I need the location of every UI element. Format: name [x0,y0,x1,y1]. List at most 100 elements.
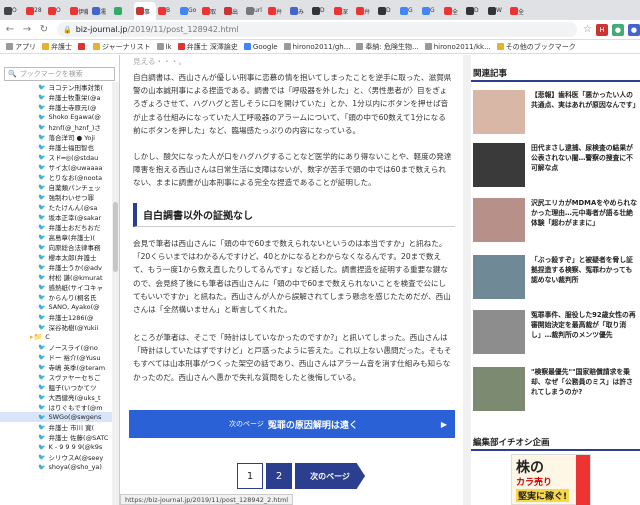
next-page-button[interactable]: 次のページ [295,463,365,489]
extension-icon[interactable]: ● [627,23,640,36]
bookmark-item[interactable]: Google [243,43,278,51]
extension-icon[interactable]: ● [611,23,624,36]
bookmark-entry[interactable]: 🐦 shoya(@sho_ya) [0,462,112,472]
browser-tab[interactable]: B [156,2,178,20]
bookmark-entry[interactable]: 🐦 坂本正幸(@sakar [0,212,112,223]
browser-tab[interactable]: 濡 [90,2,112,20]
bookmark-entry[interactable]: 🐦 Shoko Egawa(@ [0,112,112,122]
browser-tab[interactable]: 弁 [354,2,376,20]
bookmark-item[interactable]: lk [156,43,172,51]
browser-tab[interactable]: 全 [442,2,464,20]
browser-tab[interactable]: O [2,2,24,20]
browser-tab[interactable]: 深 [332,2,354,20]
related-article[interactable]: 田代まさし逮捕、尿検査の結果が公表されない闇…警察の捜査に不可解な点 [473,143,638,191]
bookmark-entry[interactable]: 🐦 強制わいせつ罪 [0,192,112,203]
bookmark-entry[interactable]: 🐦 弁護士 市川 寛( [0,422,112,433]
bookmark-entry[interactable]: 🐦 寺嶋 英季(@teram [0,362,112,373]
bookmark-entry[interactable]: 🐦 弁護士牧重栄(@a [0,92,112,103]
browser-tab[interactable]: D [464,2,486,20]
related-article-title[interactable]: 田代まさし逮捕、尿検査の結果が公表されない闇…警察の捜査に不可解な点 [531,143,638,191]
bookmark-item[interactable]: hirono2011/gh... [283,43,350,51]
bookmark-item[interactable]: ジャーナリスト [93,42,151,52]
bookmark-entry[interactable]: 🐦 自薬類パンチェッ [0,182,112,193]
bookmark-entry[interactable]: 🐦 からんり(桐名氏 [0,292,112,303]
extension-icon[interactable]: H [595,23,608,36]
article-thumbnail[interactable] [473,255,525,299]
browser-tab[interactable]: W [486,2,508,20]
page-2-button[interactable]: 2 [266,463,292,489]
featured-book-banner[interactable]: 株の カラ売り 堅実に稼ぐ! [511,454,591,505]
bookmark-entry[interactable]: 🐦 高島章(弁護士)( [0,232,112,243]
bookmark-entry[interactable]: 🐦 シリウスA(@seey [0,452,112,463]
related-article[interactable]: 「ぶっ殺すぞ」と被疑者を脅し証拠捏造する検察、冤罪わかっても認めない裁判所 [473,255,638,303]
bookmark-entry[interactable]: 🐦 村松 謙(@kmurat [0,272,112,283]
next-page-banner[interactable]: 次のページ 冤罪の原因解明は遠く ▶ [129,410,455,438]
bookmark-entry[interactable]: 🐦 ヨコテン刑事対策( [0,82,112,93]
browser-tab[interactable]: url [244,2,266,20]
bookmark-entry[interactable]: 🐦 饂子(いつかてツ [0,382,112,393]
browser-tab[interactable] [112,2,134,20]
bookmark-entry[interactable]: 🐦 感熱紙(サイコキャ [0,282,112,293]
browser-tab[interactable]: Go [178,2,200,20]
bookmark-item[interactable] [78,43,87,50]
bookmark-entry[interactable]: 🐦 スヴァヤーセちご [0,372,112,383]
browser-tab[interactable]: 出 [222,2,244,20]
address-bar[interactable]: 🔒 biz-journal.jp /2019/11/post_128942.ht… [57,22,577,37]
article-thumbnail[interactable] [473,367,525,411]
bookmark-entry[interactable]: 🐦 弁護士おだちおだ [0,222,112,233]
bookmark-entry[interactable]: 🐦 弁護士福田智也 [0,142,112,153]
article-thumbnail[interactable] [473,198,525,242]
browser-tab[interactable]: G [398,2,420,20]
page-scrollbar[interactable] [463,55,471,505]
bookmark-entry[interactable]: 🐦 深谷祐樹(@Yukii [0,322,112,333]
browser-tab[interactable]: 取 [200,2,222,20]
bookmark-entry[interactable]: 🐦 弁護士うか(@adv [0,262,112,273]
bookmark-entry[interactable]: 🐦 SWGo(@swgens [0,412,112,422]
bookmark-item[interactable]: hirono2011/kk... [424,43,491,51]
bookmark-entry[interactable]: 🐦 弁護士 佐藤(@SATC [0,432,112,443]
browser-tab[interactable]: 弁 [266,2,288,20]
bookmark-item[interactable]: 奉納: 危険生物... [356,42,419,52]
bookmark-item[interactable]: 弁護士 [42,42,72,52]
related-article-title[interactable]: 冤罪事件、服役した92歳女性の再審開始決定を最高裁が「取り消し」…裁判所のメンツ… [531,310,638,358]
article-thumbnail[interactable] [473,310,525,354]
bookmark-entry[interactable]: 🐦 hznf(@_hznf_)さ [0,122,112,133]
bookmark-entry[interactable]: 🐦 はりぐもです(@m [0,402,112,413]
browser-tab[interactable]: み [288,2,310,20]
bookmark-entry[interactable]: 🐦 たたけんん(@sa [0,202,112,213]
bookmark-entry[interactable]: 🐦 サイ太(@uwaaaa [0,162,112,173]
browser-tab[interactable]: D [310,2,332,20]
browser-tab[interactable]: 事 [134,2,156,20]
bookmark-folder[interactable]: ▸📁 C [0,332,112,342]
bookmark-entry[interactable]: 🐦 向原総合法律事務 [0,242,112,253]
bookmark-item[interactable]: その他のブックマーク [496,42,576,52]
bookmark-entry[interactable]: 🐦 スド━◎(@stdau [0,152,112,163]
reload-icon[interactable]: ↻ [37,23,51,37]
bookmark-entry[interactable]: 🐦 ドー 裕介(@Yusu [0,352,112,363]
browser-tab[interactable]: 28 [24,2,46,20]
bookmark-item[interactable]: アプリ [6,42,36,52]
sidebar-scrollbar[interactable] [112,82,119,505]
browser-tab[interactable]: O [46,2,68,20]
related-article[interactable]: 冤罪事件、服役した92歳女性の再審開始決定を最高裁が「取り消し」…裁判所のメンツ… [473,310,638,358]
browser-tab[interactable]: 全 [508,2,530,20]
related-article[interactable]: 沢尻エリカがMDMAをやめられなかった理由…元中毒者が語る壮絶体験「超わがままに… [473,198,638,246]
article-thumbnail[interactable] [473,90,525,134]
related-article[interactable]: 【悲報】歯科医「悪かったい人の共通点、実はあれが原因なんです」 [473,90,639,138]
forward-icon[interactable]: → [20,23,34,37]
related-article-title[interactable]: 【悲報】歯科医「悪かったい人の共通点、実はあれが原因なんです」 [531,90,639,138]
bookmark-entry[interactable]: 🐦 落合洋司 ● Yoji [0,132,112,143]
bookmark-entry[interactable]: 🐦 SANO, Ayako(@ [0,302,112,312]
star-icon[interactable]: ☆ [583,24,592,35]
bookmark-entry[interactable]: 🐦 櫻本太郎(弁護士 [0,252,112,263]
bookmark-entry[interactable]: 🐦 弁護士寺原元(@ [0,102,112,113]
bookmark-entry[interactable]: 🐦 とりなお(@noota [0,172,112,183]
related-article[interactable]: "検察最優先""国家賠償請求を乗却、なぜ「公務員のミス」は許されてしまうのか? [473,367,638,415]
back-icon[interactable]: ← [3,23,17,37]
sidebar-scrollbar-thumb[interactable] [113,202,118,272]
bookmark-entry[interactable]: 🐦 弁護士1286(@ [0,312,112,323]
related-article-title[interactable]: 沢尻エリカがMDMAをやめられなかった理由…元中毒者が語る壮絶体験「超わがままに… [531,198,638,246]
related-article-title[interactable]: "検察最優先""国家賠償請求を乗却、なぜ「公務員のミス」は許されてしまうのか? [531,367,638,415]
bookmark-entry[interactable]: 🐦 大西健亮(@uks_t [0,392,112,403]
bookmark-entry[interactable]: 🐦 K - 9 9 9 9(@k9s [0,442,112,452]
